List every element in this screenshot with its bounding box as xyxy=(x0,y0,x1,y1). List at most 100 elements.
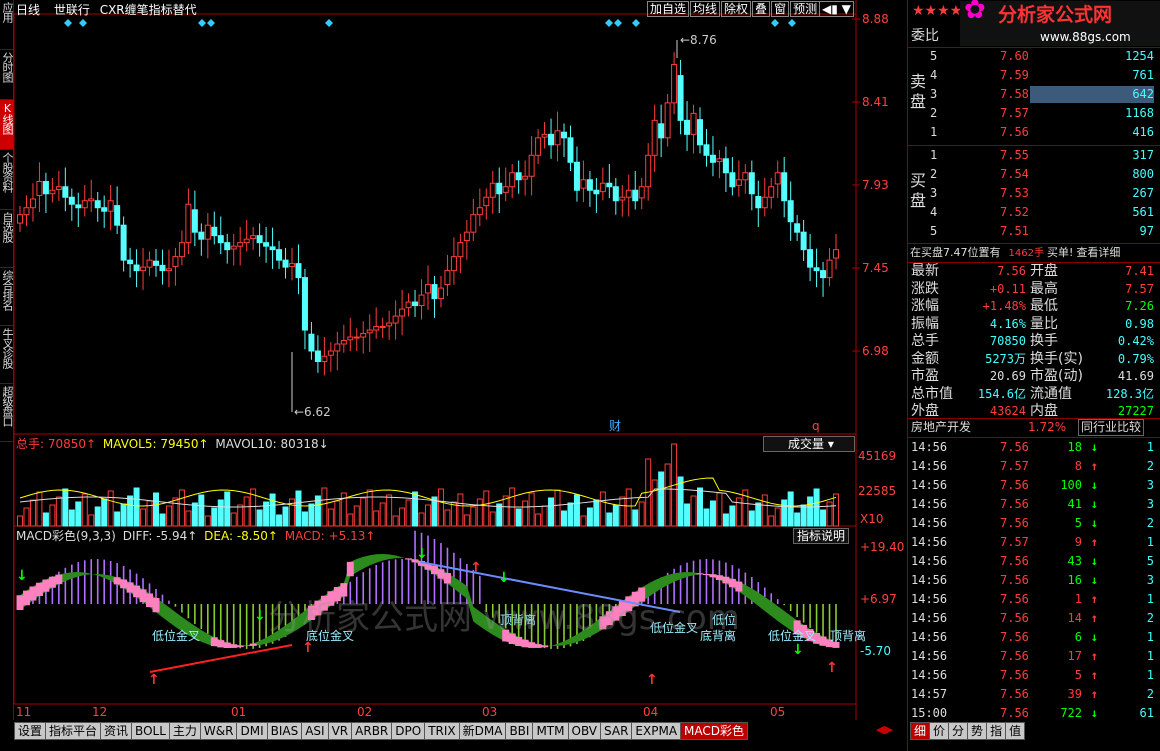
macd-hist-bar xyxy=(213,604,216,639)
volume-bar xyxy=(17,515,23,527)
compare-button[interactable]: 同行业比较 xyxy=(1078,419,1145,436)
candle-body xyxy=(502,186,509,193)
indicator-tab-2[interactable]: 资讯 xyxy=(100,722,133,740)
buy-row-cell: 2 xyxy=(930,167,938,181)
signal-diamond xyxy=(788,19,796,27)
volume-bar xyxy=(748,510,755,527)
indicator-tab-13[interactable]: 新DMA xyxy=(458,722,507,740)
macd-value: MACD: +5.13↑ xyxy=(284,529,376,543)
candle-body xyxy=(114,205,121,226)
volume-bar xyxy=(651,479,658,527)
candle-body xyxy=(522,175,529,180)
indicator-help-button[interactable]: 指标说明 xyxy=(793,528,850,544)
candle-body xyxy=(800,231,807,251)
volume-bar xyxy=(101,498,108,527)
stat-row-cell: 振幅 xyxy=(911,315,939,332)
indicator-tab-6[interactable]: DMI xyxy=(236,722,268,740)
volume-bar xyxy=(638,501,645,527)
stat-row-cell: 涨幅 xyxy=(911,298,939,314)
panel-tab-0[interactable]: 细 xyxy=(910,722,931,740)
toolbar-button-3[interactable]: 叠 xyxy=(752,1,771,17)
macd-hist-bar xyxy=(207,604,209,634)
stat-row-cell: 0.42% xyxy=(1117,334,1154,348)
volume-dropdown[interactable]: 成交量 ▾ xyxy=(763,436,855,452)
indicator-tab-11[interactable]: DPO xyxy=(391,722,426,740)
buy-row: 4 7.52 561 xyxy=(908,203,1160,222)
tick-row-cell: 8 xyxy=(1074,459,1082,473)
indicator-tab-15[interactable]: MTM xyxy=(532,722,569,740)
stat-row: 涨跌 +0.11 最高 7.57 xyxy=(908,280,1160,299)
signal-diamond xyxy=(325,19,333,27)
indicator-tab-19[interactable]: MACD彩色 xyxy=(680,722,749,740)
indicator-tab-16[interactable]: OBV xyxy=(567,722,602,740)
tick-row-cell: 14:56 xyxy=(911,535,948,549)
stat-row: 最新 7.56 开盘 7.41 xyxy=(908,262,1160,281)
volume-bar xyxy=(703,508,710,527)
indicator-tab-1[interactable]: 指标平台 xyxy=(45,722,102,740)
volume-bar xyxy=(774,507,781,527)
macd-signal-label: 低位金叉 xyxy=(152,628,200,643)
tick-row-cell: 14:56 xyxy=(911,440,948,454)
indicator-tab-7[interactable]: BIAS xyxy=(266,722,303,740)
volume-bar xyxy=(373,510,380,527)
tick-row-cell: 7.56 xyxy=(1000,630,1029,644)
volume-bar xyxy=(55,496,62,527)
candle-body xyxy=(49,189,56,195)
candle-body xyxy=(742,172,749,181)
macd-hist-bar xyxy=(71,564,73,604)
candle-body xyxy=(535,137,542,156)
candle-body xyxy=(755,196,762,209)
candle-body xyxy=(256,235,263,244)
buy-row-cell: 7.54 xyxy=(1000,167,1029,181)
toolbar-button-0[interactable]: 加自选 xyxy=(647,1,690,17)
tick-row-cell: 16 xyxy=(1067,573,1082,587)
toolbar-button-2[interactable]: 除权 xyxy=(721,1,752,17)
volume-bar xyxy=(528,492,535,527)
tick-row-cell: 1 xyxy=(1074,592,1082,606)
tab-scroll-arrows[interactable]: ◀▶ xyxy=(876,723,893,737)
panel-tab-1[interactable]: 价 xyxy=(929,722,950,740)
candle-body xyxy=(735,179,742,186)
tick-row: 14:56 7.56 18 ↓ 1 xyxy=(908,438,1160,457)
panel-tab-3[interactable]: 势 xyxy=(967,722,988,740)
sell-row-cell: 1 xyxy=(930,125,938,139)
volume-bar xyxy=(308,503,315,527)
panel-tab-5[interactable]: 值 xyxy=(1005,722,1026,740)
tick-row-cell: ↓ xyxy=(1090,554,1098,568)
volume-bar xyxy=(172,497,179,527)
toolbar-button-4[interactable]: 窗 xyxy=(771,1,790,17)
tick-row-cell: 1 xyxy=(1146,630,1154,644)
indicator-tab-3[interactable]: BOLL xyxy=(131,722,170,740)
indicator-tab-5[interactable]: W&R xyxy=(199,722,238,740)
candle-body xyxy=(457,242,464,258)
volume-bar xyxy=(217,499,224,527)
volume-bar xyxy=(781,499,788,527)
indicator-tab-9[interactable]: VR xyxy=(327,722,353,740)
indicator-tab-4[interactable]: 主力 xyxy=(168,722,201,740)
indicator-tab-17[interactable]: SAR xyxy=(600,722,633,740)
volume-bar xyxy=(88,514,95,527)
tick-row-cell: ↑ xyxy=(1090,668,1098,682)
volume-bar xyxy=(127,495,134,527)
indicator-tab-0[interactable]: 设置 xyxy=(14,722,47,740)
macd-hist-bar xyxy=(776,599,779,604)
toolbar-button-5[interactable]: 预测 xyxy=(790,1,821,17)
sound-toggle[interactable]: ◀▮ ▼ xyxy=(819,1,854,17)
stat-row-cell: 4.16% xyxy=(989,316,1026,331)
signal-diamond xyxy=(632,19,640,27)
panel-tab-4[interactable]: 指 xyxy=(986,722,1007,740)
toolbar-button-1[interactable]: 均线 xyxy=(690,1,721,17)
buy-row-cell: 317 xyxy=(1132,148,1154,162)
indicator-tab-14[interactable]: BBI xyxy=(505,722,534,740)
indicator-tab-12[interactable]: TRIX xyxy=(424,722,460,740)
volume-bar xyxy=(489,511,496,527)
candle-body xyxy=(146,259,153,268)
candle-body xyxy=(327,350,334,356)
indicator-tab-8[interactable]: ASI xyxy=(301,722,329,740)
indicator-tab-18[interactable]: EXPMA xyxy=(631,722,682,740)
detail-link[interactable]: 查看详细 xyxy=(1076,246,1120,259)
indicator-tab-10[interactable]: ARBR xyxy=(351,722,393,740)
macd-hist-bar xyxy=(83,560,86,604)
panel-tab-2[interactable]: 分 xyxy=(948,722,969,740)
candle-body xyxy=(295,263,302,279)
